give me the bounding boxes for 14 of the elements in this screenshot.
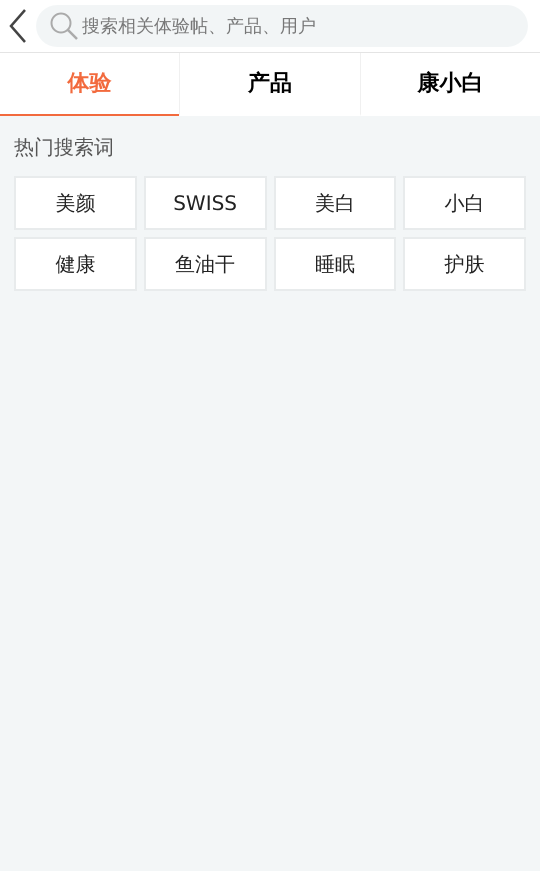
- search-icon: [49, 11, 79, 41]
- back-icon: [8, 8, 28, 44]
- keyword-chip[interactable]: 鱼油干: [144, 237, 266, 291]
- keyword-chip[interactable]: SWISS: [144, 176, 266, 230]
- section-title: 热门搜索词: [14, 134, 115, 161]
- search-field[interactable]: 搜索相关体验帖、产品、用户: [36, 5, 528, 47]
- keyword-chip[interactable]: 睡眠: [274, 237, 396, 291]
- keyword-chip[interactable]: 健康: [14, 237, 137, 291]
- keyword-chip[interactable]: 美颜: [14, 176, 137, 230]
- tab[interactable]: 康小白: [360, 53, 540, 116]
- keyword-chip[interactable]: 美白: [274, 176, 396, 230]
- keyword-chip[interactable]: 护肤: [403, 237, 526, 291]
- keyword-chip[interactable]: 小白: [403, 176, 526, 230]
- tab[interactable]: 产品: [179, 53, 360, 116]
